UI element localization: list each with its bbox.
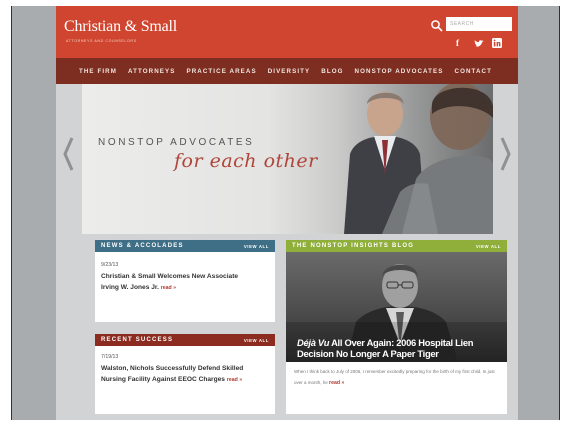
- nav-item-nonstop-advocates[interactable]: NONSTOP ADVOCATES: [355, 68, 444, 75]
- news-view-all-link[interactable]: VIEW ALL: [244, 244, 269, 249]
- hero-banner: NONSTOP ADVOCATES for each other: [82, 84, 493, 234]
- blog-card-title: THE NONSTOP INSIGHTS BLOG: [292, 243, 415, 249]
- nav-item-practice-areas[interactable]: PRACTICE AREAS: [187, 68, 257, 75]
- news-card: NEWS & ACCOLADES VIEW ALL 9/23/13 Christ…: [95, 240, 275, 322]
- main-nav: THE FIRM ATTORNEYS PRACTICE AREAS DIVERS…: [12, 58, 559, 84]
- search-input[interactable]: [446, 17, 512, 31]
- success-item-title[interactable]: Walston, Nichols Successfully Defend Ski…: [101, 365, 243, 372]
- success-card: RECENT SUCCESS VIEW ALL 7/19/13 Walston,…: [95, 334, 275, 414]
- news-card-title: NEWS & ACCOLADES: [101, 243, 184, 249]
- news-date: 9/23/13: [101, 262, 119, 268]
- success-view-all-link[interactable]: VIEW ALL: [244, 338, 269, 343]
- search-icon[interactable]: [430, 19, 444, 33]
- news-item: Christian & Small Welcomes New Associate…: [101, 271, 269, 294]
- facebook-icon[interactable]: f: [456, 38, 459, 48]
- nav-item-attorneys[interactable]: ATTORNEYS: [128, 68, 176, 75]
- blog-card-header: THE NONSTOP INSIGHTS BLOG VIEW ALL: [286, 240, 507, 252]
- success-item: Walston, Nichols Successfully Defend Ski…: [101, 363, 269, 386]
- blog-headline-italic: Déjà Vu: [297, 337, 330, 348]
- success-card-title: RECENT SUCCESS: [101, 337, 174, 343]
- hero-script-tagline: for each other: [174, 150, 318, 172]
- blog-excerpt: When I think back to July of 2006, I rem…: [294, 366, 499, 389]
- nav-item-blog[interactable]: BLOG: [321, 68, 343, 75]
- hero-next-arrow-icon[interactable]: [498, 134, 512, 174]
- blog-post-headline[interactable]: Déjà Vu All Over Again: 2006 Hospital Li…: [297, 337, 503, 359]
- twitter-icon[interactable]: [474, 39, 484, 49]
- site-logo[interactable]: Christian & Small: [64, 18, 177, 36]
- news-card-header: NEWS & ACCOLADES VIEW ALL: [95, 240, 275, 252]
- success-card-header: RECENT SUCCESS VIEW ALL: [95, 334, 275, 346]
- blog-view-all-link[interactable]: VIEW ALL: [476, 244, 501, 249]
- blog-excerpt-text: When I think back to July of 2006, I rem…: [294, 369, 495, 385]
- news-item-title-cont[interactable]: Irving W. Jones Jr.: [101, 284, 159, 291]
- site-header: Christian & Small ATTORNEYS AND COUNSELO…: [56, 6, 518, 58]
- success-read-more-link[interactable]: read »: [227, 377, 242, 383]
- hero-prev-arrow-icon[interactable]: [62, 134, 76, 174]
- blog-read-more-link[interactable]: read »: [329, 380, 344, 386]
- browser-viewport: Christian & Small ATTORNEYS AND COUNSELO…: [11, 6, 560, 420]
- website: Christian & Small ATTORNEYS AND COUNSELO…: [56, 6, 518, 420]
- site-tagline: ATTORNEYS AND COUNSELORS: [66, 39, 137, 43]
- nav-item-the-firm[interactable]: THE FIRM: [79, 68, 117, 75]
- hero-title: NONSTOP ADVOCATES: [98, 137, 255, 148]
- blog-featured-photo[interactable]: Déjà Vu All Over Again: 2006 Hospital Li…: [286, 252, 507, 362]
- blog-card: THE NONSTOP INSIGHTS BLOG VIEW ALL Déjà …: [286, 240, 507, 414]
- news-read-more-link[interactable]: read »: [161, 285, 176, 291]
- nav-item-contact[interactable]: CONTACT: [455, 68, 493, 75]
- success-date: 7/19/13: [101, 354, 119, 360]
- nav-item-diversity[interactable]: DIVERSITY: [268, 68, 311, 75]
- linkedin-icon[interactable]: [492, 38, 502, 48]
- news-item-title[interactable]: Christian & Small Welcomes New Associate: [101, 273, 238, 280]
- success-item-title-cont[interactable]: Nursing Facility Against EEOC Charges: [101, 376, 225, 383]
